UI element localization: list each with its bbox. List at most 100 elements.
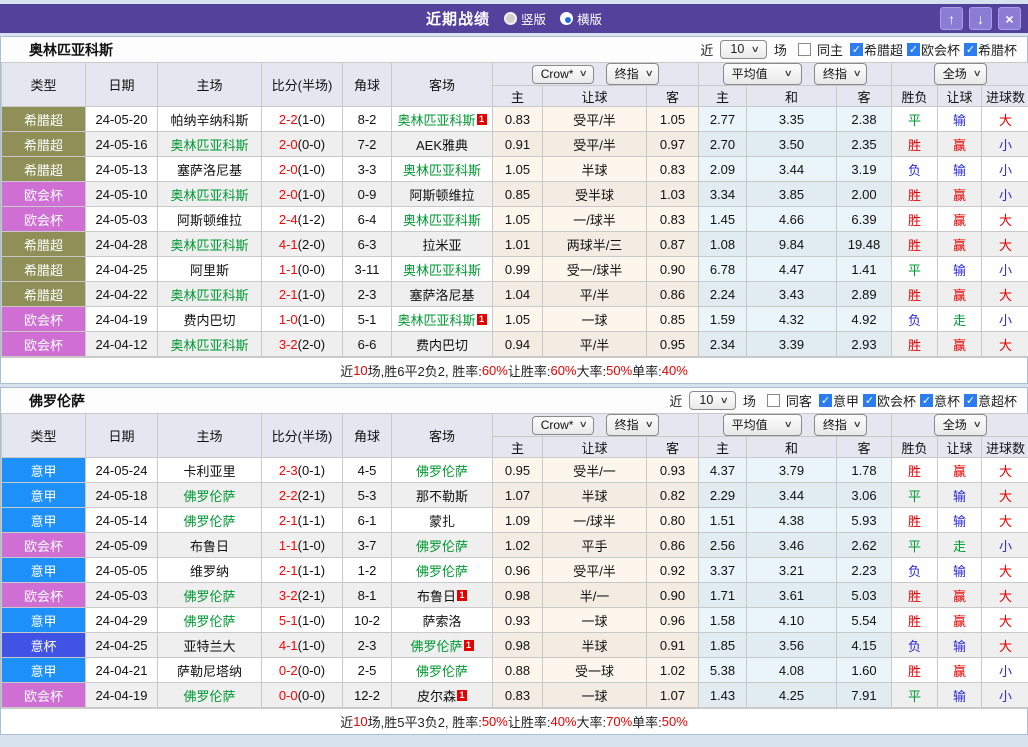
checkbox-icon[interactable]: ✓ [907,43,920,56]
handicap-odds-away-cell: 1.02 [647,658,699,683]
handicap-line-cell: 一/球半 [543,207,647,232]
scope-group-header: 全场∨ [892,63,1028,86]
match-type-cell: 欧会杯 [2,332,86,357]
result-cell: 平 [892,107,938,132]
league-filter-意杯[interactable]: ✓意杯 [916,391,960,410]
league-filter-欧会杯[interactable]: ✓欧会杯 [859,391,916,410]
final-odds-select-1[interactable]: 终指∨ [606,63,660,85]
avg-home-odds-cell: 4.37 [699,458,747,483]
result-cell: 胜 [892,332,938,357]
avg-draw-odds-cell: 3.79 [747,458,837,483]
team-name: 佛罗伦萨 [29,391,85,411]
goals-over-under-cell: 大 [982,558,1028,583]
match-count-select[interactable]: 10 ∨ [689,391,736,410]
goals-over-under-cell: 小 [982,132,1028,157]
home-team-cell: 费内巴切 [158,307,262,332]
match-type-cell: 意甲 [2,458,86,483]
match-date-cell: 24-05-13 [86,157,158,182]
close-button[interactable]: × [998,7,1021,30]
corners-cell: 8-2 [343,107,392,132]
corners-cell: 10-2 [343,608,392,633]
team-label: 佛罗伦萨 [416,539,468,554]
checkbox-icon[interactable]: ✓ [819,394,832,407]
team-label: 奥林匹亚科斯 [403,263,481,278]
checkbox-icon[interactable]: ✓ [863,394,876,407]
average-select[interactable]: 平均值∨ [723,414,803,436]
red-card-badge: 1 [477,114,487,125]
away-team-cell: 皮尔森1 [392,683,493,708]
full-time-score: 2-2 [279,112,298,127]
handicap-odds-away-cell: 0.83 [647,157,699,182]
result-cell: 胜 [892,182,938,207]
checkbox-icon[interactable]: ✓ [850,43,863,56]
same-venue-checkbox[interactable] [767,394,780,407]
handicap-odds-away-cell: 0.93 [647,458,699,483]
league-filter-意超杯[interactable]: ✓意超杯 [960,391,1017,410]
bookmaker-select[interactable]: Crow*∨ [532,65,594,84]
home-team-cell: 佛罗伦萨 [158,608,262,633]
full-match-select[interactable]: 全场∨ [934,63,988,85]
full-time-score: 2-0 [279,162,298,177]
handicap-odds-home-cell: 1.01 [493,232,543,257]
league-filter-希腊杯[interactable]: ✓希腊杯 [960,40,1017,59]
red-card-badge: 1 [457,690,467,701]
avg-home-odds-cell: 2.34 [699,332,747,357]
bookmaker-select[interactable]: Crow*∨ [532,416,594,435]
checkbox-icon[interactable]: ✓ [964,394,977,407]
match-row: 意甲24-04-21萨勒尼塔纳0-2(0-0)2-5佛罗伦萨0.88受一球1.0… [2,658,1028,683]
chevron-down-icon: ∨ [783,419,792,430]
summary-text: 50% [662,714,688,729]
summary-text: 单率: [632,712,662,731]
corners-cell: 3-3 [343,157,392,182]
full-time-score: 2-1 [279,513,298,528]
handicap-odds-home-cell: 1.09 [493,508,543,533]
radio-icon[interactable] [504,12,517,25]
team-label: 那不勒斯 [416,489,468,504]
full-match-select[interactable]: 全场∨ [934,414,988,436]
away-team-cell: 佛罗伦萨 [392,458,493,483]
handicap-line-cell: 一/球半 [543,508,647,533]
league-filter-意甲[interactable]: ✓意甲 [815,391,859,410]
radio-label-horizontal[interactable]: 横版 [577,9,602,28]
arrow-up-icon: ↑ [948,11,955,27]
avg-away-odds-cell: 5.93 [837,508,892,533]
team-label: 奥林匹亚科斯 [397,313,475,328]
league-filter-欧会杯[interactable]: ✓欧会杯 [903,40,960,59]
radio-label-vertical[interactable]: 竖版 [521,9,546,28]
league-filter-希腊超[interactable]: ✓希腊超 [846,40,903,59]
match-count-select[interactable]: 10 ∨ [720,40,767,59]
final-odds-select-2[interactable]: 终指∨ [814,414,868,436]
move-up-button[interactable]: ↑ [940,7,963,30]
match-date-cell: 24-05-05 [86,558,158,583]
half-time-score: (2-1) [298,588,325,603]
team-label: 萨勒尼塔纳 [177,664,242,679]
handicap-odds-home-cell: 0.95 [493,458,543,483]
layout-radio-horizontal[interactable]: 横版 [560,9,602,28]
half-time-score: (2-0) [298,337,325,352]
final-odds-select-2[interactable]: 终指∨ [814,63,868,85]
checkbox-icon[interactable]: ✓ [920,394,933,407]
layout-radio-vertical[interactable]: 竖版 [504,9,546,28]
filters: 近 10 ∨ 场 同主 ✓希腊超✓欧会杯✓希腊杯 [700,40,1017,59]
avg-home-odds-cell: 2.56 [699,533,747,558]
result-cell: 平 [892,257,938,282]
checkbox-icon[interactable]: ✓ [964,43,977,56]
move-down-button[interactable]: ↓ [969,7,992,30]
handicap-odds-home-cell: 0.98 [493,633,543,658]
handicap-result-cell: 输 [938,483,982,508]
handicap-result-cell: 赢 [938,583,982,608]
same-venue-checkbox[interactable] [798,43,811,56]
radio-icon-selected[interactable] [560,12,573,25]
col-header-score: 比分(半场) [262,414,343,458]
away-team-cell: 阿斯顿维拉 [392,182,493,207]
avg-away-odds-cell: 6.39 [837,207,892,232]
match-row: 欧会杯24-04-19佛罗伦萨0-0(0-0)12-2皮尔森10.83一球1.0… [2,683,1028,708]
final-odds-select-1[interactable]: 终指∨ [606,414,660,436]
away-team-cell: 佛罗伦萨 [392,533,493,558]
avg-home-odds-cell: 1.71 [699,583,747,608]
chevron-down-icon: ∨ [579,419,588,430]
league-filter-label: 欧会杯 [877,391,916,410]
average-select[interactable]: 平均值∨ [723,63,803,85]
avg-home-odds-cell: 2.77 [699,107,747,132]
handicap-odds-home-cell: 0.83 [493,683,543,708]
